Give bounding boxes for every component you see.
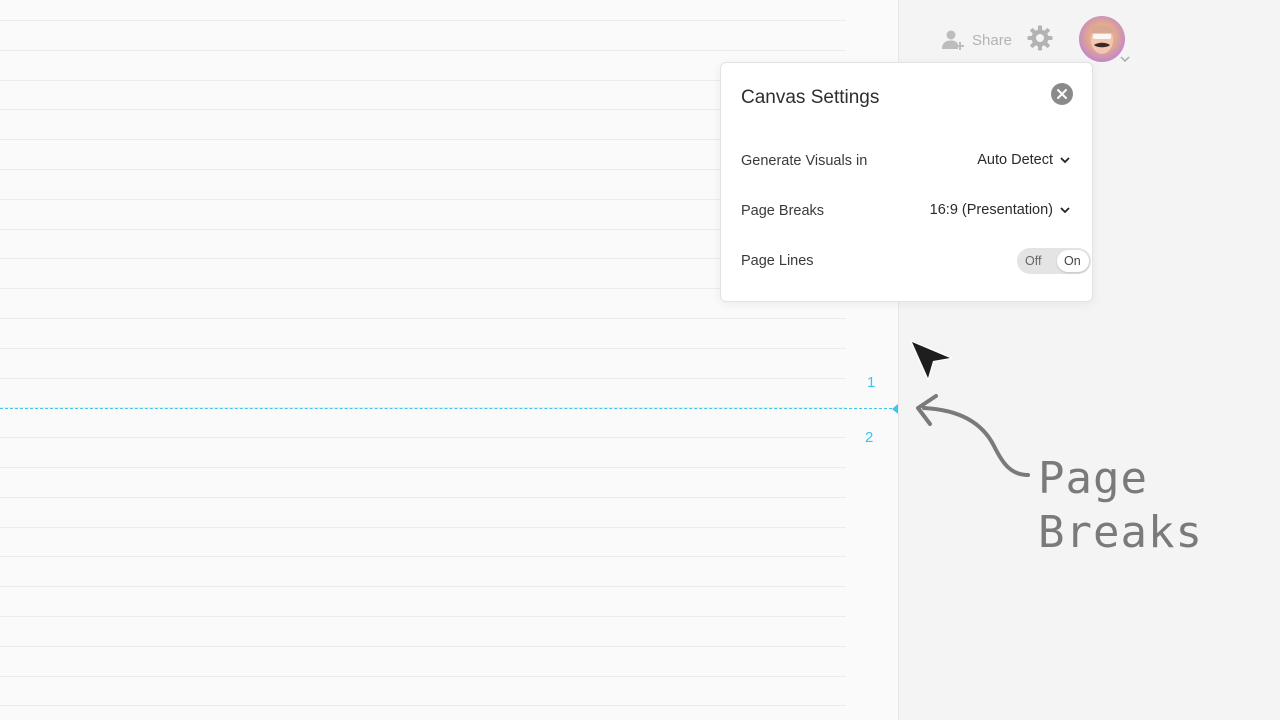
- page-line: [0, 676, 846, 677]
- annotation-label: Page Breaks: [1038, 452, 1203, 560]
- page-lines-label: Page Lines: [741, 253, 814, 269]
- toggle-off-label: Off: [1025, 254, 1042, 268]
- page-line: [0, 497, 846, 498]
- page-number-1: 1: [867, 374, 876, 391]
- page-line: [0, 50, 846, 51]
- generate-visuals-dropdown[interactable]: Auto Detect: [977, 152, 1071, 168]
- chevron-down-icon: [1060, 207, 1070, 214]
- popover-title: Canvas Settings: [741, 87, 880, 108]
- generate-visuals-label: Generate Visuals in: [741, 153, 868, 169]
- annotation-line-2: Breaks: [1038, 507, 1203, 558]
- page-line: [0, 348, 846, 349]
- gear-icon: [1027, 25, 1053, 51]
- page-line: [0, 705, 846, 706]
- page-line: [0, 318, 846, 319]
- page-line: [0, 437, 846, 438]
- share-label: Share: [972, 31, 1013, 49]
- page-line: [0, 646, 846, 647]
- page-line: [0, 586, 846, 587]
- generate-visuals-value: Auto Detect: [977, 152, 1053, 168]
- canvas-settings-popover: Canvas Settings Generate Visuals in Auto…: [720, 62, 1093, 302]
- page-breaks-value: 16:9 (Presentation): [929, 202, 1053, 218]
- settings-button[interactable]: [1026, 24, 1054, 52]
- setting-row-page-lines: Page Lines Off On: [741, 248, 1091, 274]
- page-line: [0, 527, 846, 528]
- page-lines-toggle[interactable]: Off On: [1017, 248, 1091, 274]
- page-breaks-label: Page Breaks: [741, 203, 825, 219]
- page-number-2: 2: [865, 429, 874, 446]
- page-line: [0, 378, 846, 379]
- chevron-down-icon[interactable]: [1119, 54, 1131, 64]
- chevron-down-icon: [1060, 157, 1070, 164]
- page-line: [0, 20, 846, 21]
- share-button[interactable]: Share: [940, 26, 1012, 54]
- mouse-pointer-icon: [910, 340, 954, 382]
- app-window: 1 2 Share Canvas Settings Generate Visua…: [0, 0, 1280, 720]
- page-breaks-dropdown[interactable]: 16:9 (Presentation): [930, 202, 1071, 218]
- page-line: [0, 467, 846, 468]
- toggle-on-label: On: [1064, 254, 1081, 268]
- page-line: [0, 616, 846, 617]
- page-break-line: [0, 408, 892, 409]
- close-button[interactable]: [1051, 83, 1073, 105]
- annotation-arrow-icon: [916, 394, 1030, 477]
- page-break-marker[interactable]: [892, 404, 898, 414]
- close-icon: [1057, 89, 1067, 99]
- page-line: [0, 556, 846, 557]
- setting-row-generate-visuals: Generate Visuals in Auto Detect: [741, 150, 1071, 174]
- add-user-icon: [942, 30, 964, 50]
- setting-row-page-breaks: Page Breaks 16:9 (Presentation): [741, 200, 1071, 224]
- annotation-line-1: Page: [1038, 453, 1148, 504]
